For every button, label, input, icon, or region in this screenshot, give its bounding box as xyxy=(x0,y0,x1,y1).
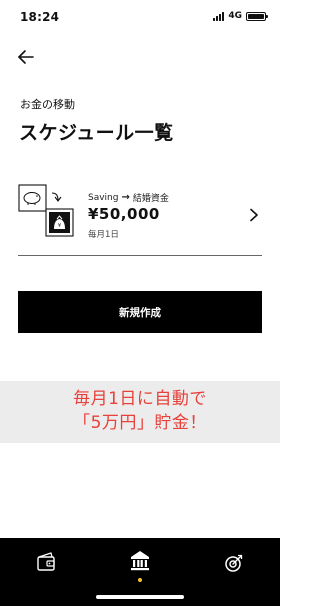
transfer-to: 結婚資金 xyxy=(132,194,169,204)
home-indicator xyxy=(96,595,184,599)
nav-item-goal[interactable] xyxy=(214,548,254,588)
arrow-left-icon xyxy=(18,50,34,64)
annotation-banner: 毎月1日に自動で 「5万円」貯金！ xyxy=(0,381,280,443)
svg-text:¥: ¥ xyxy=(58,223,61,229)
schedule-date: 毎月1日 xyxy=(88,230,119,240)
status-bar: 18:24 4G xyxy=(0,0,280,34)
route-arrow: → xyxy=(121,192,130,203)
transfer-from: Saving xyxy=(88,192,119,203)
wallet-icon xyxy=(37,552,55,571)
transfer-amount: ¥50,000 xyxy=(88,205,160,223)
chevron-right-icon xyxy=(250,208,258,222)
goal-icon xyxy=(225,554,243,572)
transfer-route: Saving → 結婚資金 xyxy=(88,191,169,204)
nav-item-wallet[interactable] xyxy=(26,548,66,588)
annotation-line-1: 毎月1日に自動で xyxy=(73,389,207,409)
nav-item-bank[interactable] xyxy=(120,548,160,588)
page-title: スケジュール一覧 xyxy=(19,122,174,144)
status-time: 18:24 xyxy=(20,10,60,24)
battery-icon xyxy=(246,11,268,21)
schedule-list-item[interactable]: ¥ Saving → 結婚資金 ¥50,000 毎月1日 xyxy=(18,162,262,256)
active-indicator xyxy=(138,578,142,582)
bank-icon xyxy=(131,551,149,571)
create-schedule-button[interactable]: 新規作成 xyxy=(18,291,262,333)
back-button[interactable] xyxy=(15,46,37,68)
signal-icon xyxy=(213,11,225,21)
network-type: 4G xyxy=(228,11,242,21)
transfer-icon: ¥ xyxy=(18,184,74,237)
status-indicators: 4G xyxy=(213,11,268,21)
section-label: お金の移動 xyxy=(20,98,75,111)
annotation-line-2: 「5万円」貯金！ xyxy=(73,413,207,433)
